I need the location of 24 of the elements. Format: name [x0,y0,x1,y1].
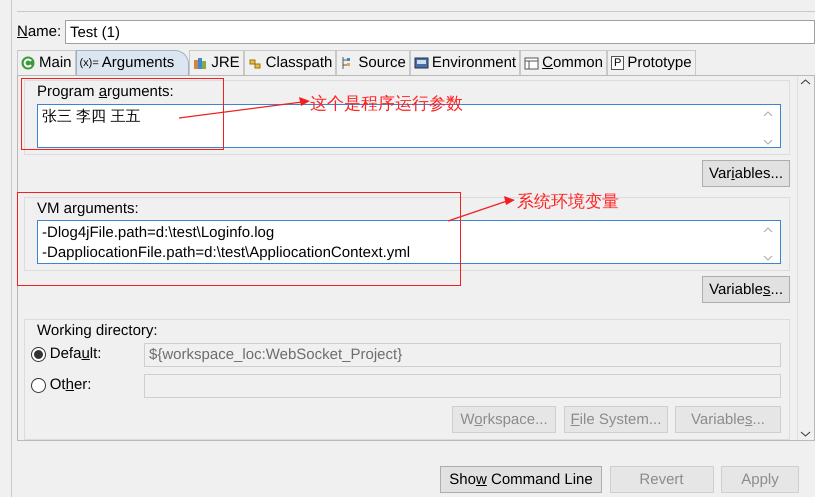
tab[interactable]: Environment [410,50,520,75]
tab[interactable]: (x)= Arguments [76,50,190,75]
variables-button[interactable]: Variables... [702,276,790,303]
radio-option[interactable]: Default: [31,343,144,366]
name-field[interactable]: Test (1) [64,20,815,44]
text-area[interactable]: -Dlog4jFile.path=d:\test\Loginfo.log -DappliocationFile.path=d:\test\AppliocationContext.yml [37,220,781,264]
tab[interactable]: JRE [189,50,244,75]
tab[interactable]: Source [336,50,410,75]
letter-icon: P [610,56,624,70]
annotation-text: 系统环境变量 [517,191,619,214]
variable-icon: (x)= [80,54,99,72]
tab[interactable]: Main [17,50,76,75]
area-text: -Dlog4jFile.path=d:\test\Loginfo.log -DappliocationFile.path=d:\test\AppliocationContext.yml [42,224,410,261]
group-label: VM arguments: [37,200,139,218]
tab[interactable]: Classpath [244,50,336,75]
group-label: Program arguments: [37,83,174,101]
variables-button[interactable]: Variables... [702,160,790,186]
tab[interactable]: Common [520,50,607,75]
group-label: Working directory: [37,322,158,340]
name-label: Name: [17,22,62,42]
command-line-button[interactable]: Show Command Line [440,466,602,493]
area-text: 张三 李四 王五 [42,108,140,124]
radio-option[interactable]: Other: [31,374,144,397]
tab[interactable]: P Prototype [606,50,696,75]
